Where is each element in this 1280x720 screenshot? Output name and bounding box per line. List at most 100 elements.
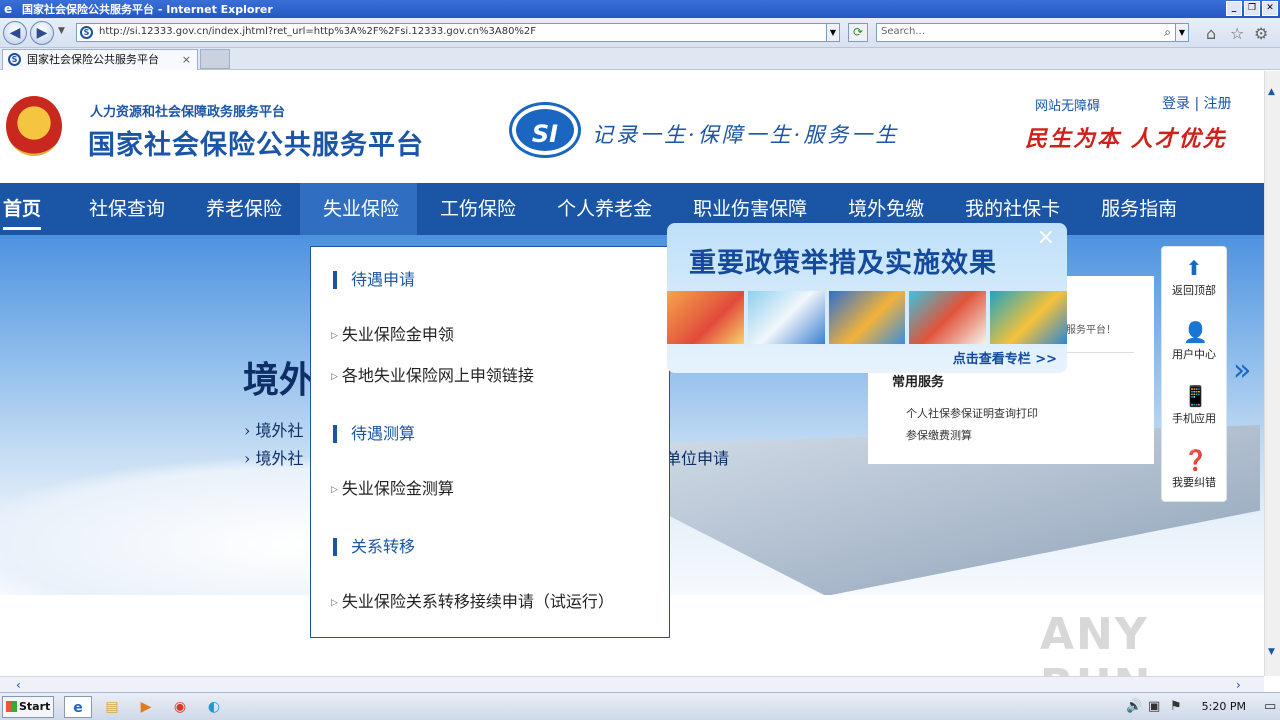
search-icon[interactable]: ⌕	[1164, 25, 1171, 40]
web-page: ★ 人力资源和社会保障政务服务平台 国家社会保险公共服务平台 SI 记录一生·保…	[0, 71, 1264, 676]
si-logo-icon: SI	[512, 105, 578, 155]
banner-line-2-text: 境外社	[255, 449, 304, 468]
taskbar-ie-icon[interactable]: e	[64, 696, 92, 718]
history-dropdown-icon[interactable]: ▼	[58, 26, 65, 36]
volume-icon[interactable]: 🔊	[1126, 699, 1142, 714]
start-button[interactable]: Start	[2, 696, 54, 718]
site-title[interactable]: 国家社会保险公共服务平台	[88, 123, 424, 162]
nav-item-service-guide[interactable]: 服务指南	[1078, 183, 1195, 235]
policy-popup[interactable]: 重要政策举措及实施效果 × 点击查看专栏 >>	[667, 223, 1067, 373]
card-link-calculator[interactable]: 参保缴费测算	[906, 427, 972, 443]
scroll-up-arrow-icon[interactable]: ▲	[1268, 87, 1275, 97]
forward-button[interactable]: ▶	[30, 21, 54, 45]
user-icon: 👤	[1183, 320, 1208, 344]
address-dropdown-button[interactable]: ▼	[826, 23, 840, 42]
motto: 民生为本 人才优先	[1025, 126, 1227, 152]
taskbar-media-player-icon[interactable]: ▶	[132, 696, 160, 718]
favorites-star-icon[interactable]: ☆	[1230, 24, 1244, 43]
restore-button[interactable]: ❐	[1244, 1, 1260, 16]
tab-label: 国家社会保险公共服务平台	[27, 53, 159, 66]
taskbar-edge-icon[interactable]: ◐	[200, 696, 228, 718]
taskbar-explorer-icon[interactable]: ▤	[98, 696, 126, 718]
card-link-certificate[interactable]: 个人社保参保证明查询打印	[906, 405, 1038, 421]
nav-item-query[interactable]: 社保查询	[66, 183, 183, 235]
triangle-right-icon: ▷	[331, 598, 338, 608]
network-icon[interactable]: ▣	[1148, 699, 1160, 714]
back-to-top-button[interactable]: ⬆ 返回顶部	[1162, 257, 1226, 298]
dropdown-section-title: 待遇申请	[333, 271, 415, 289]
tab-active[interactable]: S 国家社会保险公共服务平台 ×	[2, 49, 198, 70]
search-dropdown-button[interactable]: ▼	[1175, 23, 1189, 42]
scroll-right-arrow-icon[interactable]: ›	[1236, 678, 1241, 692]
site-subtitle: 人力资源和社会保障政务服务平台	[90, 105, 286, 120]
dropdown-item-label: 失业保险金申领	[341, 325, 454, 344]
dropdown-item[interactable]: ▷ 失业保险关系转移接续申请（试运行）	[331, 588, 614, 612]
refresh-button[interactable]: ⟳	[848, 23, 868, 42]
popup-close-icon[interactable]: ×	[1037, 225, 1055, 250]
popup-image-tile	[909, 291, 987, 344]
main-nav: 首页 社保查询 养老保险 失业保险 工伤保险 个人养老金 职业伤害保障 境外免缴…	[0, 183, 1264, 235]
tab-favicon-icon: S	[8, 53, 21, 66]
popup-view-column-link[interactable]: 点击查看专栏 >>	[953, 348, 1057, 367]
sidebar-label: 用户中心	[1172, 348, 1216, 361]
dropdown-section-title: 关系转移	[333, 538, 415, 556]
scroll-left-arrow-icon[interactable]: ‹	[16, 678, 21, 692]
new-tab-button[interactable]	[200, 49, 230, 69]
nav-item-home[interactable]: 首页	[0, 183, 66, 235]
search-input[interactable]: Search... ⌕	[876, 23, 1176, 42]
national-emblem-icon: ★	[6, 96, 62, 156]
slogan: 记录一生·保障一生·服务一生	[592, 123, 900, 147]
action-center-flag-icon[interactable]: ⚑	[1170, 699, 1182, 714]
dropdown-item-label: 各地失业保险网上申领链接	[341, 366, 534, 385]
dropdown-item[interactable]: ▷ 失业保险金测算	[331, 475, 454, 499]
dropdown-section-title: 待遇测算	[333, 425, 415, 443]
arrow-up-icon: ⬆	[1185, 256, 1203, 280]
system-tray: 🔊 ▣ ⚑ 5:20 PM ▭	[1120, 693, 1280, 720]
taskbar-chrome-icon[interactable]: ◉	[166, 696, 194, 718]
nav-item-unemployment[interactable]: 失业保险	[300, 183, 418, 235]
scroll-down-arrow-icon[interactable]: ▼	[1268, 647, 1275, 657]
register-link[interactable]: 注册	[1204, 96, 1232, 112]
triangle-right-icon: ▷	[331, 372, 338, 382]
question-icon: ❓	[1183, 448, 1208, 472]
site-favicon-icon: S	[80, 26, 93, 39]
windows-taskbar: Start e ▤ ▶ ◉ ◐ 🔊 ▣ ⚑ 5:20 PM ▭	[0, 692, 1280, 720]
report-error-button[interactable]: ❓ 我要纠错	[1162, 449, 1226, 490]
user-center-button[interactable]: 👤 用户中心	[1162, 321, 1226, 362]
login-link[interactable]: 登录	[1162, 96, 1190, 112]
clock[interactable]: 5:20 PM	[1202, 700, 1246, 713]
popup-image-tile	[828, 291, 906, 344]
ie-logo-icon: e	[4, 2, 13, 16]
banner-line-1-text: 境外社	[255, 421, 304, 440]
tools-gear-icon[interactable]: ⚙	[1254, 24, 1268, 43]
accessibility-link[interactable]: 网站无障碍	[1035, 95, 1100, 114]
start-label: Start	[19, 700, 51, 713]
back-button[interactable]: ◀	[3, 21, 27, 45]
popup-image-tile	[747, 291, 825, 344]
nav-item-pension[interactable]: 养老保险	[183, 183, 300, 235]
popup-image-strip	[667, 291, 1067, 344]
nav-item-personal-pension[interactable]: 个人养老金	[534, 183, 670, 235]
nav-item-injury[interactable]: 工伤保险	[417, 183, 534, 235]
browser-toolbar: ◀ ▶ ▼ S http://si.12333.gov.cn/index.jht…	[0, 18, 1280, 48]
show-desktop-icon[interactable]: ▭	[1264, 699, 1276, 714]
horizontal-scrollbar[interactable]: ‹ ›	[0, 676, 1264, 692]
auth-separator: |	[1194, 96, 1200, 112]
minimize-button[interactable]: _	[1226, 1, 1242, 16]
banner-line-1: › 境外社	[244, 421, 304, 440]
search-placeholder: Search...	[881, 26, 925, 37]
address-bar[interactable]: S http://si.12333.gov.cn/index.jhtml?ret…	[76, 23, 840, 42]
triangle-right-icon: ▷	[331, 485, 338, 495]
dropdown-item[interactable]: ▷ 各地失业保险网上申领链接	[331, 362, 534, 386]
sidebar-label: 返回顶部	[1172, 284, 1216, 297]
banner-next-chevron-icon[interactable]: »	[1233, 353, 1251, 388]
unemployment-dropdown-menu: 待遇申请 ▷ 失业保险金申领 ▷ 各地失业保险网上申领链接 待遇测算 ▷ 失业保险金测…	[310, 246, 670, 638]
address-url: http://si.12333.gov.cn/index.jhtml?ret_u…	[99, 26, 537, 37]
mobile-app-button[interactable]: 📱 手机应用	[1162, 385, 1226, 426]
home-icon[interactable]: ⌂	[1206, 24, 1216, 43]
phone-icon: 📱	[1183, 384, 1208, 408]
tab-close-icon[interactable]: ×	[182, 50, 191, 69]
vertical-scrollbar[interactable]: ▲ ▼	[1264, 71, 1280, 676]
close-window-button[interactable]: ✕	[1262, 1, 1278, 16]
dropdown-item[interactable]: ▷ 失业保险金申领	[331, 321, 454, 345]
